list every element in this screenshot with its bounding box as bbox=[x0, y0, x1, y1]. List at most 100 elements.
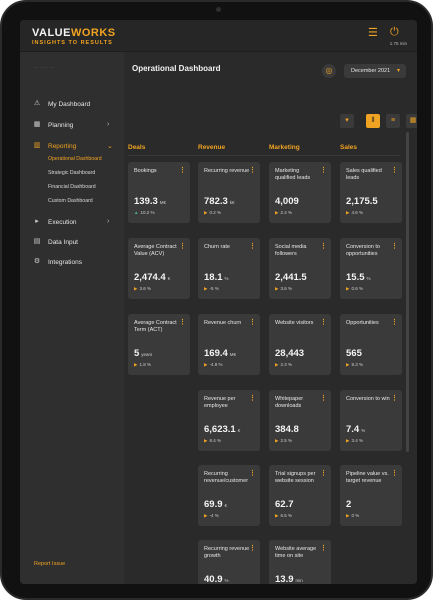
kpi-card[interactable]: Sales qualified leads ⋮ 2,175.5 ▶ 4.6 % bbox=[340, 162, 402, 223]
kpi-value: 6,623.1 € bbox=[204, 424, 240, 435]
more-options-icon[interactable]: ⋮ bbox=[391, 318, 398, 326]
kpi-number: 5 bbox=[134, 348, 140, 359]
kpi-title: Pipeline value vs. target revenue bbox=[346, 471, 389, 484]
kpi-title: Sales qualified leads bbox=[346, 168, 382, 181]
sidebar-item-reporting[interactable]: ▥ Reporting ⌄ bbox=[20, 138, 124, 156]
kpi-card[interactable]: Churn rate ⋮ 18.1% ▶ -5 % bbox=[198, 238, 260, 299]
kpi-change-value: 2.4 % bbox=[280, 210, 292, 215]
gear-icon: ⚙ bbox=[33, 258, 41, 265]
sub-item-strategic-dashboard[interactable]: Strategic Dashboard bbox=[48, 170, 95, 176]
more-options-icon[interactable]: ⋮ bbox=[249, 318, 256, 326]
more-options-icon[interactable]: ⋮ bbox=[391, 242, 398, 250]
kpi-card[interactable]: Bookings ⋮ 139.3 M€ ▲ 10.2 % bbox=[128, 162, 190, 223]
table-view-button[interactable]: ▦ bbox=[406, 114, 417, 128]
more-options-icon[interactable]: ⋮ bbox=[179, 242, 186, 250]
kpi-card[interactable]: Opportunities ⋮ 565 ▶ 9.3 % bbox=[340, 314, 402, 375]
kpi-card[interactable]: Conversion to win ⋮ 7.4% ▶ 3.4 % bbox=[340, 390, 402, 451]
sidebar-item-execution[interactable]: ▸ Execution › bbox=[20, 214, 124, 232]
sidebar-item-planning[interactable]: ▦ Planning › bbox=[20, 117, 124, 135]
sidebar-item-my-dashboard[interactable]: ⚠ My Dashboard bbox=[20, 96, 124, 114]
scrollbar[interactable] bbox=[406, 132, 409, 452]
kpi-number: 7.4 bbox=[346, 424, 360, 435]
kpi-number: 782.3 bbox=[204, 196, 228, 207]
more-options-icon[interactable]: ⋮ bbox=[249, 166, 256, 174]
list-view-button[interactable]: ≡ bbox=[386, 114, 400, 128]
kpi-card[interactable]: Average Contract Term (ACT) ⋮ 5 years ▶ 1.8 % bbox=[128, 314, 190, 375]
chart-icon: ▥ bbox=[33, 142, 41, 149]
grid-icon: ▦ bbox=[409, 117, 417, 124]
play-icon: ▸ bbox=[35, 218, 39, 225]
sidebar-item-data-input[interactable]: ▤ Data Input bbox=[20, 234, 124, 252]
more-options-icon[interactable]: ⋮ bbox=[179, 166, 186, 174]
kpi-change: ▶ 4.6 % bbox=[346, 210, 363, 216]
kpi-change-value: -5 % bbox=[209, 286, 219, 291]
chevron-down-icon: ⌄ bbox=[107, 143, 113, 150]
sidebar-item-label: Integrations bbox=[48, 259, 82, 266]
kpi-change-value: -4 % bbox=[209, 513, 219, 518]
power-icon[interactable]: ⏻ bbox=[390, 26, 399, 39]
more-options-icon[interactable]: ⋮ bbox=[320, 166, 327, 174]
more-options-icon[interactable]: ⋮ bbox=[320, 394, 327, 402]
target-button[interactable]: ◎ bbox=[322, 64, 336, 78]
kpi-number: 15.5 bbox=[346, 272, 365, 283]
brand-name-b: WORKS bbox=[70, 27, 116, 39]
more-options-icon[interactable]: ⋮ bbox=[179, 318, 186, 326]
kpi-card[interactable]: Website average time on site⋮13.9min▶2.9… bbox=[269, 540, 331, 584]
sliders-icon[interactable]: ☰ bbox=[368, 26, 378, 39]
kpi-value: 782.3 k€ bbox=[204, 196, 235, 207]
kpi-card[interactable]: Recurring revenue growth⋮40.9%▶2.4 % bbox=[198, 540, 260, 584]
kpi-card[interactable]: Average Contract Value (ACV) ⋮ 2,474.4 € ▶ 3.… bbox=[128, 238, 190, 299]
tile-view-button[interactable]: ⦀ bbox=[366, 114, 380, 128]
report-issue-link[interactable]: Report Issue bbox=[34, 561, 65, 567]
more-options-icon[interactable]: ⋮ bbox=[320, 242, 327, 250]
kpi-card[interactable]: Trial signups per website session ⋮ 62.7 ▶ 6… bbox=[269, 465, 331, 526]
date-select[interactable]: December 2021 ▾ bbox=[344, 64, 406, 78]
sidebar: — — — — ⚠ My Dashboard ▦ Planning › ▥ Re… bbox=[20, 52, 124, 584]
kpi-unit: years bbox=[141, 352, 153, 357]
kpi-card[interactable]: Whitepaper downloads ⋮ 384.8 ▶ 2.5 % bbox=[269, 390, 331, 451]
kpi-card[interactable]: Website visitors ⋮ 28,443 ▶ 2.3 % bbox=[269, 314, 331, 375]
warning-icon: ⚠ bbox=[33, 100, 41, 107]
chevron-down-icon: ▾ bbox=[396, 68, 400, 74]
kpi-card[interactable]: Marketing qualified leads ⋮ 4,009 ▶ 2.4 % bbox=[269, 162, 331, 223]
kpi-card[interactable]: Social media followers ⋮ 2,441.5 ▶ 3.6 % bbox=[269, 238, 331, 299]
kpi-title: Bookings bbox=[134, 168, 157, 174]
sidebar-item-integrations[interactable]: ⚙ Integrations bbox=[20, 254, 124, 272]
more-options-icon[interactable]: ⋮ bbox=[320, 544, 327, 552]
kpi-card[interactable]: Recurring revenue ⋮ 782.3 k€ ▶ 0.2 % bbox=[198, 162, 260, 223]
sidebar-item-label: Data Input bbox=[48, 239, 78, 246]
more-options-icon[interactable]: ⋮ bbox=[320, 318, 327, 326]
filter-button[interactable]: ▾ bbox=[340, 114, 354, 128]
sub-item-financial-dashboard[interactable]: Financial Dashboard bbox=[48, 184, 96, 190]
more-options-icon[interactable]: ⋮ bbox=[249, 394, 256, 402]
kpi-card[interactable]: Conversion to opportunities ⋮ 15.5% ▶ 0.6 % bbox=[340, 238, 402, 299]
more-options-icon[interactable]: ⋮ bbox=[391, 394, 398, 402]
kpi-number: 169.4 bbox=[204, 348, 228, 359]
kpi-value: 565 bbox=[346, 348, 364, 359]
kpi-title: Average Contract Term (ACT) bbox=[134, 320, 177, 333]
kpi-value: 28,443 bbox=[275, 348, 306, 359]
more-options-icon[interactable]: ⋮ bbox=[391, 166, 398, 174]
more-options-icon[interactable]: ⋮ bbox=[249, 469, 256, 477]
kpi-card[interactable]: Revenue churn ⋮ 169.4 M€ ▶ -4.8 % bbox=[198, 314, 260, 375]
kpi-value: 2,175.5 bbox=[346, 196, 380, 207]
more-options-icon[interactable]: ⋮ bbox=[320, 469, 327, 477]
page-title: Operational Dashboard bbox=[132, 64, 221, 73]
sub-item-custom-dashboard[interactable]: Custom Dashboard bbox=[48, 198, 93, 204]
kpi-card[interactable]: Revenue per employee ⋮ 6,623.1 € ▶ 8.4 % bbox=[198, 390, 260, 451]
more-options-icon[interactable]: ⋮ bbox=[391, 469, 398, 477]
kpi-number: 4,009 bbox=[275, 196, 299, 207]
brand-logo[interactable]: VALUEWORKS bbox=[32, 27, 116, 39]
more-options-icon[interactable]: ⋮ bbox=[249, 544, 256, 552]
chevron-right-icon: › bbox=[107, 218, 110, 225]
sub-item-operational-dashboard[interactable]: Operational Dashboard bbox=[48, 156, 102, 162]
trend-up-icon: ▲ bbox=[134, 210, 139, 215]
trend-flat-icon: ▶ bbox=[275, 286, 279, 291]
kpi-card[interactable]: Pipeline value vs. target revenue ⋮ 2 ▶ 0 % bbox=[340, 465, 402, 526]
kpi-card[interactable]: Recurring revenue/customer ⋮ 69.9 € ▶ -4 % bbox=[198, 465, 260, 526]
kpi-number: 2,441.5 bbox=[275, 272, 307, 283]
app-screen: VALUEWORKS INSIGHTS TO RESULTS ☰ ⏻ 1.75 … bbox=[20, 20, 417, 584]
more-options-icon[interactable]: ⋮ bbox=[249, 242, 256, 250]
kpi-unit: % bbox=[224, 578, 229, 583]
kpi-title: Whitepaper downloads bbox=[275, 396, 304, 409]
